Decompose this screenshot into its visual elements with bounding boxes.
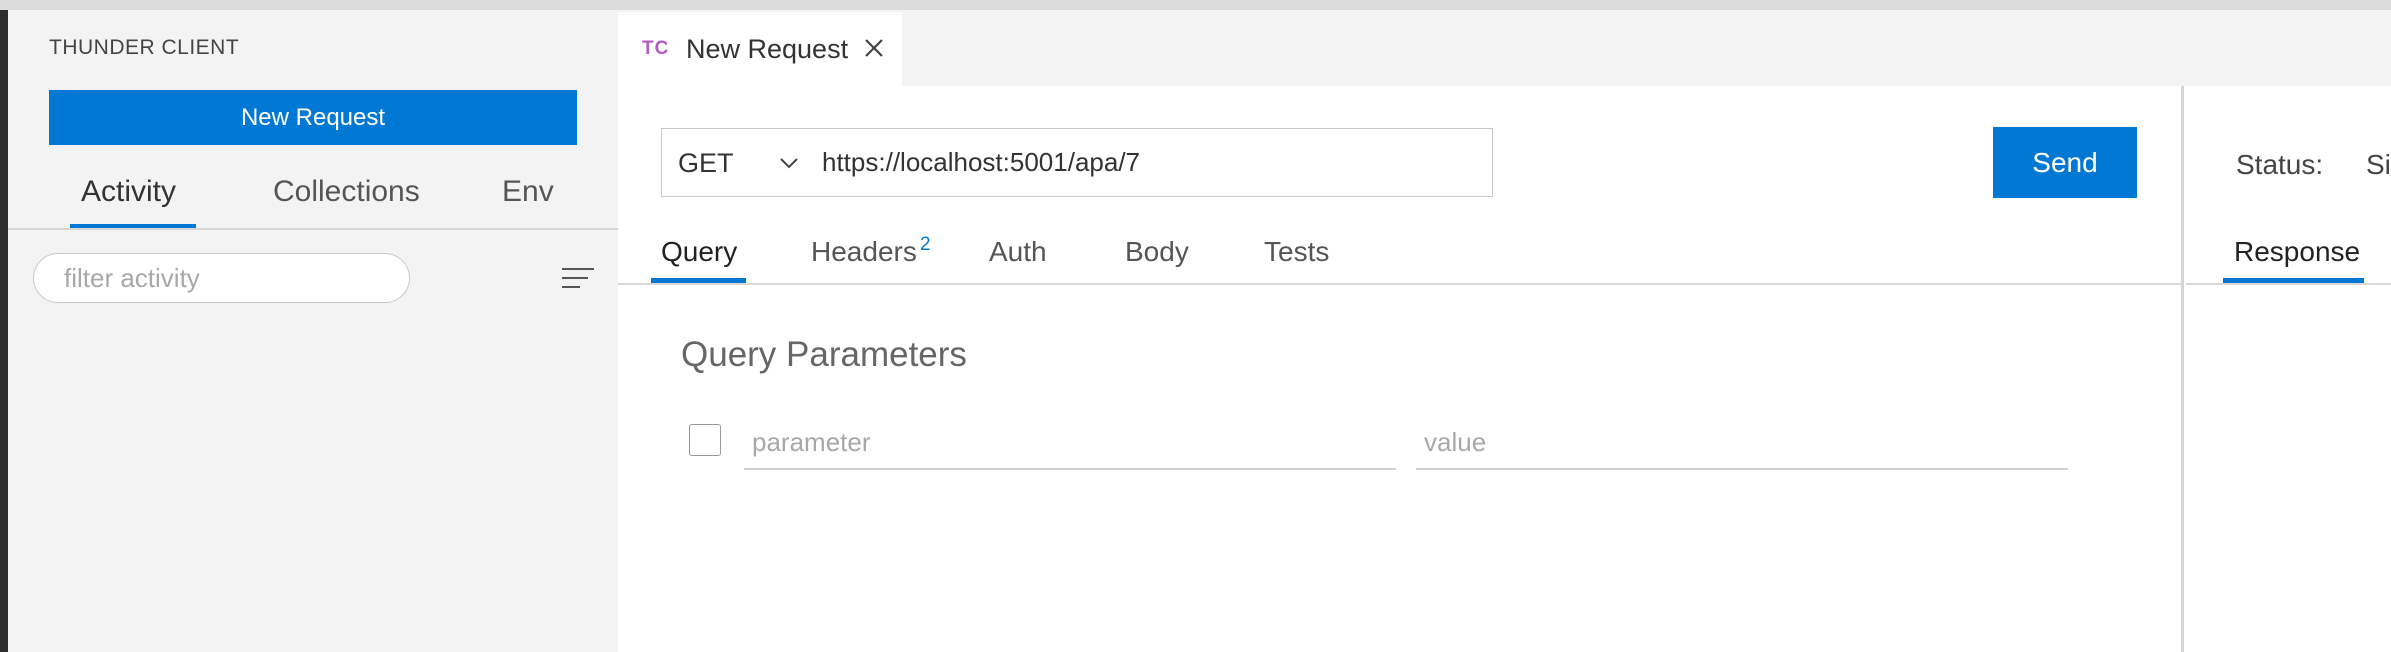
- url-input[interactable]: [808, 128, 1493, 197]
- chevron-down-icon: [780, 158, 798, 169]
- tab-tests[interactable]: Tests: [1264, 236, 1329, 268]
- hamburger-menu-icon[interactable]: [560, 264, 596, 292]
- tab-response[interactable]: Response: [2234, 236, 2360, 268]
- tab-collections[interactable]: Collections: [273, 175, 420, 209]
- method-value: GET: [678, 148, 734, 178]
- send-button[interactable]: Send: [1993, 127, 2137, 198]
- headers-count-badge: 2: [920, 234, 931, 255]
- thunder-client-icon: TC: [642, 38, 670, 59]
- tab-query[interactable]: Query: [661, 236, 737, 268]
- sidebar-title: THUNDER CLIENT: [49, 36, 240, 59]
- param-enabled-checkbox[interactable]: [689, 424, 721, 456]
- sidebar: THUNDER CLIENT New Request Activity Coll…: [8, 10, 618, 652]
- editor-tab-strip: TC New Request: [618, 10, 2391, 86]
- activity-bar-edge: [0, 10, 8, 652]
- tab-label: New Request: [686, 34, 849, 64]
- method-select[interactable]: GET: [661, 128, 809, 197]
- divider: [618, 283, 2183, 285]
- tab-auth[interactable]: Auth: [989, 236, 1047, 268]
- parameter-name-input[interactable]: [744, 416, 1396, 470]
- status-value: Si: [2366, 149, 2391, 180]
- tab-activity[interactable]: Activity: [81, 175, 176, 209]
- divider: [8, 228, 618, 230]
- window-top-bar: [0, 0, 2391, 10]
- parameter-value-input[interactable]: [1416, 416, 2068, 470]
- new-request-button[interactable]: New Request: [49, 90, 577, 145]
- divider: [2186, 283, 2391, 285]
- close-icon[interactable]: [860, 34, 888, 62]
- tab-headers[interactable]: Headers: [811, 236, 917, 268]
- query-parameters-heading: Query Parameters: [681, 335, 967, 374]
- pane-divider[interactable]: [2181, 86, 2184, 652]
- tab-body[interactable]: Body: [1125, 236, 1189, 268]
- tab-env[interactable]: Env: [502, 175, 554, 209]
- status-label: Status:: [2236, 149, 2324, 180]
- filter-activity-input[interactable]: [33, 253, 410, 303]
- tab-new-request[interactable]: TC New Request: [618, 12, 902, 86]
